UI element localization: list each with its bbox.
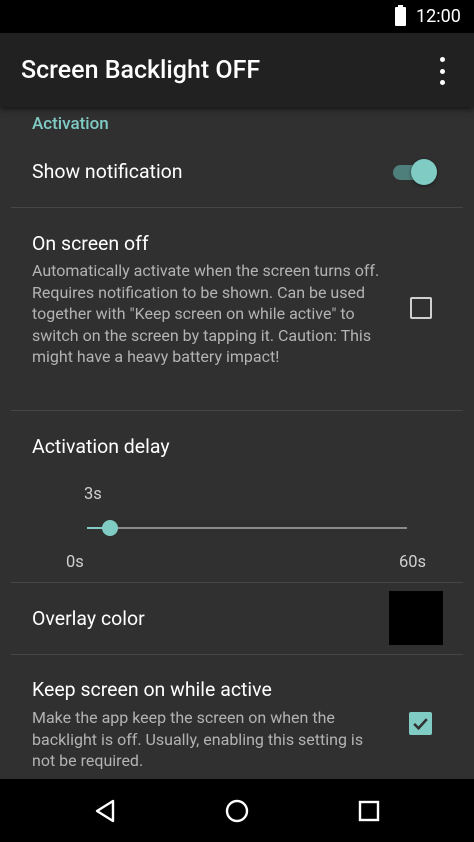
divider [11,654,463,655]
slider-min-label: 0s [66,553,84,572]
recents-icon[interactable] [352,794,386,828]
section-header-activation: Activation [32,114,109,134]
keep-screen-on-checkbox[interactable] [409,712,432,735]
app-bar: Screen Backlight OFF [0,33,474,107]
activation-delay-slider[interactable] [87,520,407,536]
navigation-bar [0,779,474,842]
battery-icon [395,5,406,26]
back-icon[interactable] [88,794,122,828]
check-icon [413,718,428,731]
pref-summary: Automatically activate when the screen t… [32,261,380,366]
app-title: Screen Backlight OFF [21,56,261,85]
status-bar: 12:00 [0,0,474,33]
pref-title: Show notification [32,160,183,183]
pref-title: Activation delay [32,435,170,458]
home-icon[interactable] [220,794,254,828]
slider-value-label: 3s [84,485,102,504]
pref-title: Overlay color [32,607,145,630]
status-time: 12:00 [416,6,461,27]
pref-title: Keep screen on while active [32,678,272,701]
overlay-color-swatch[interactable] [389,591,443,645]
divider [11,207,463,208]
divider [11,410,463,411]
on-screen-off-checkbox[interactable] [410,297,432,319]
slider-thumb[interactable] [102,520,119,536]
pref-summary: Make the app keep the screen on when the… [32,708,364,770]
divider [11,582,463,583]
more-vert-icon[interactable] [432,57,452,85]
show-notification-switch[interactable] [391,159,439,185]
slider-max-label: 60s [399,553,427,572]
pref-title: On screen off [32,232,149,255]
settings-list[interactable]: Activation Show notification On screen o… [0,107,474,779]
